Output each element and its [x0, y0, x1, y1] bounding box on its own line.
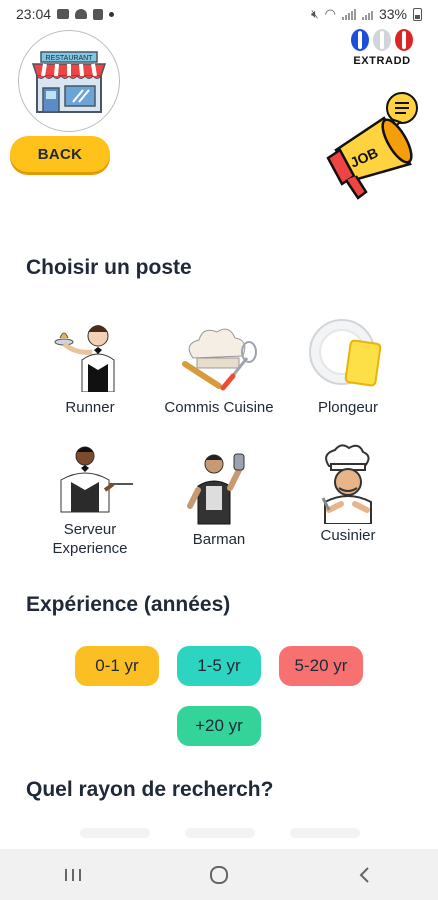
- restaurant-icon: RESTAURANT: [31, 51, 107, 113]
- job-option-serveur-experience[interactable]: Serveur Experience: [25, 440, 155, 558]
- experience-option-20-plus[interactable]: +20 yr: [177, 706, 261, 746]
- signal-icon-2: [361, 9, 373, 20]
- experience-option-1-5[interactable]: 1-5 yr: [177, 646, 261, 686]
- experience-option-5-20[interactable]: 5-20 yr: [279, 646, 363, 686]
- plate-sponge-icon: [283, 318, 413, 394]
- image-notification-icon: [57, 9, 70, 19]
- back-button[interactable]: BACK: [10, 136, 110, 172]
- brand-logo: EXTRADD: [346, 28, 418, 67]
- battery-icon: [413, 7, 422, 21]
- bag-notification-icon: [93, 8, 104, 20]
- job-option-cusinier[interactable]: Cusinier: [283, 444, 413, 545]
- job-label: Runner: [65, 399, 115, 416]
- mute-icon: 🔇︎: [311, 6, 319, 21]
- status-bar: 23:04 🔇︎ ◠ 33%: [0, 0, 438, 28]
- server-tray-icon: [25, 440, 155, 516]
- back-nav-icon[interactable]: [345, 855, 385, 895]
- brand-utensils-icon: [346, 28, 418, 52]
- job-label: Barman: [192, 531, 246, 548]
- experience-option-0-1[interactable]: 0-1 yr: [75, 646, 159, 686]
- waiter-icon: [25, 318, 155, 394]
- signal-icon: [341, 8, 356, 20]
- battery-percent: 33%: [378, 6, 407, 22]
- experience-title: Expérience (années): [26, 593, 231, 616]
- cloud-notification-icon: [75, 9, 88, 19]
- restaurant-sign-text: RESTAURANT: [46, 55, 94, 62]
- job-option-plongeur[interactable]: Plongeur: [283, 318, 413, 417]
- status-time: 23:04: [16, 6, 52, 22]
- positions-title: Choisir un poste: [26, 256, 192, 279]
- system-nav-bar: [0, 849, 438, 900]
- restaurant-logo: RESTAURANT: [18, 30, 120, 132]
- radius-title: Quel rayon de recherch?: [26, 778, 274, 801]
- wifi-icon: ◠: [324, 6, 336, 21]
- job-option-barman[interactable]: Barman: [154, 450, 284, 549]
- job-label: Commis Cuisine: [164, 399, 274, 416]
- job-label: Cusinier: [320, 527, 376, 544]
- recent-apps-icon[interactable]: [53, 855, 93, 895]
- home-icon[interactable]: [199, 855, 239, 895]
- megaphone-job-icon: JOB: [326, 92, 418, 200]
- more-notifications-icon: [109, 11, 115, 17]
- job-option-runner[interactable]: Runner: [25, 318, 155, 417]
- radius-options-partial: [0, 826, 438, 846]
- brand-name: EXTRADD: [353, 55, 411, 67]
- chef-hat-utensils-icon: [154, 318, 284, 394]
- bartender-shaker-icon: [154, 450, 284, 526]
- job-option-commis-cuisine[interactable]: Commis Cuisine: [154, 318, 284, 417]
- job-label: Plongeur: [317, 399, 379, 416]
- cook-icon: [283, 444, 413, 524]
- job-label: Serveur Experience: [52, 521, 128, 557]
